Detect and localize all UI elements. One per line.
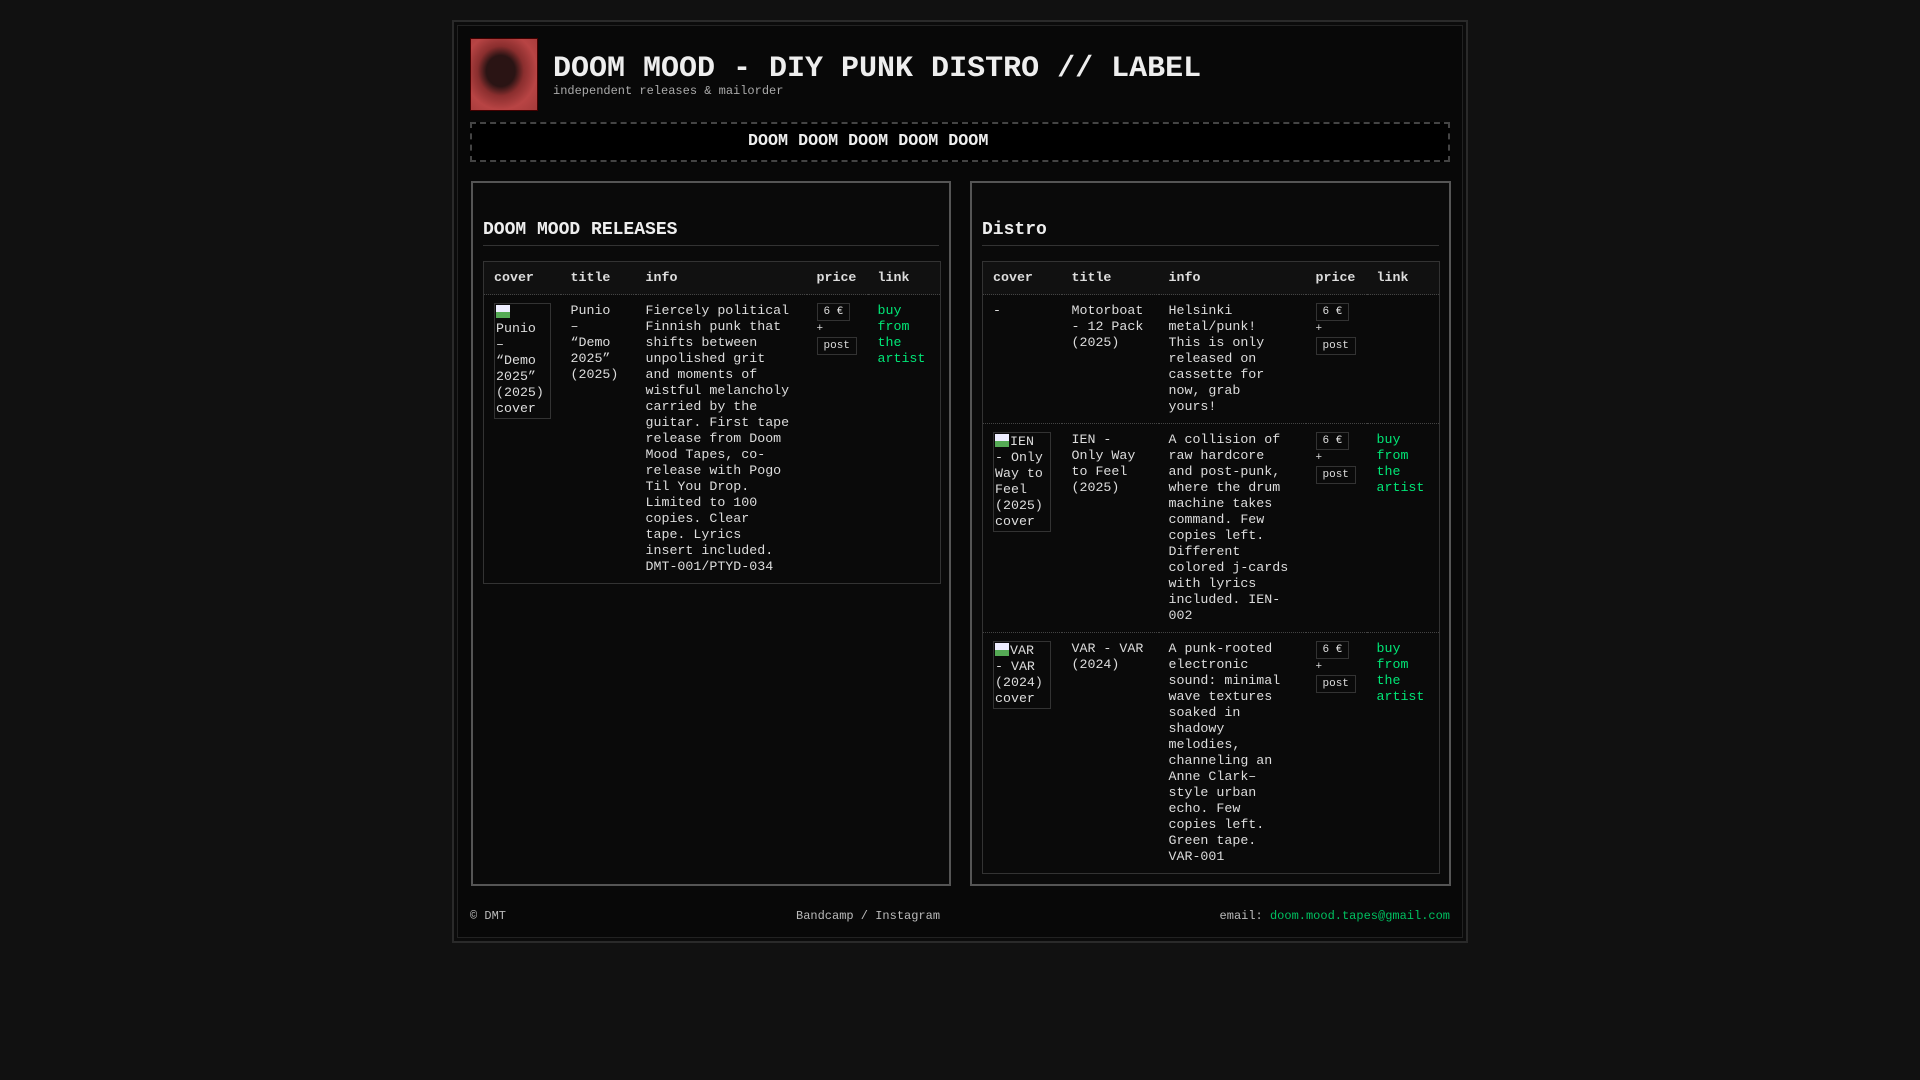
release-info: Helsinki metal/punk! This is only releas…: [1158, 294, 1306, 424]
price-amount: 6 €: [816, 303, 851, 321]
col-title: title: [1061, 261, 1159, 295]
logo-image: [470, 38, 538, 111]
release-info: A punk-rooted electronic sound: minimal …: [1168, 641, 1281, 864]
col-info: info: [635, 261, 807, 295]
release-title: Punio – “Demo 2025” (2025): [570, 303, 619, 382]
releases-table: cover title info price link Punio – “Dem…: [483, 261, 941, 584]
col-link: link: [867, 261, 941, 295]
broken-image-icon: [995, 643, 1009, 656]
price: 6 € + post: [1305, 423, 1367, 633]
copyright: © DMT: [470, 909, 507, 923]
price-plus: +: [1315, 661, 1323, 673]
price-post: post: [1315, 466, 1356, 484]
email-link[interactable]: doom.mood.tapes@gmail.com: [1270, 909, 1450, 923]
social-links[interactable]: Bandcamp / Instagram: [796, 909, 940, 923]
site-subtitle: independent releases & mailorder: [553, 84, 784, 98]
link-cell: [1366, 294, 1440, 424]
col-title: title: [560, 261, 636, 295]
price-amount: 6 €: [1315, 432, 1350, 450]
col-cover: cover: [483, 261, 561, 295]
marquee-banner: DOOM DOOM DOOM DOOM DOOM: [470, 122, 1450, 162]
table-header-row: cover title info price link: [982, 261, 1440, 295]
cover-image: IEN - Only Way to Feel (2025) cover: [993, 432, 1051, 532]
table-row: Punio – “Demo 2025” (2025) cover Punio –…: [484, 295, 941, 584]
col-info: info: [1158, 261, 1306, 295]
price-amount: 6 €: [1315, 303, 1350, 321]
col-price: price: [806, 261, 868, 295]
broken-image-icon: [496, 305, 510, 318]
price-plus: +: [1315, 452, 1323, 464]
price: 6 € + post: [1306, 633, 1367, 874]
price: 6 € + post: [807, 295, 868, 584]
table-header-row: cover title info price link: [483, 261, 941, 295]
col-cover: cover: [982, 261, 1062, 295]
distro-panel: Distro cover title info price link - Mot…: [970, 181, 1451, 886]
price: 6 € + post: [1305, 294, 1367, 424]
cover-image: Punio – “Demo 2025” (2025) cover: [494, 303, 551, 419]
price-post: post: [816, 337, 857, 355]
releases-heading: DOOM MOOD RELEASES: [483, 220, 678, 240]
email-label: email:: [1219, 909, 1263, 923]
table-row: IEN - Only Way to Feel (2025) cover IEN …: [982, 423, 1440, 633]
release-info: A collision of raw hardcore and post-pun…: [1158, 423, 1306, 633]
release-title: VAR - VAR (2024): [1071, 641, 1144, 672]
col-price: price: [1305, 261, 1367, 295]
cover-alt-text: Punio – “Demo 2025” (2025) cover: [496, 321, 544, 416]
distro-heading: Distro: [982, 220, 1047, 240]
broken-image-icon: [995, 434, 1009, 447]
release-title: Motorboat - 12 Pack (2025): [1061, 294, 1159, 424]
footer-email: email: doom.mood.tapes@gmail.com: [1220, 909, 1450, 923]
cover-alt-text: IEN - Only Way to Feel (2025) cover: [995, 434, 1043, 529]
release-title: IEN - Only Way to Feel (2025): [1061, 423, 1159, 633]
price-post: post: [1315, 337, 1356, 355]
release-info: Fiercely political Finnish punk that shi…: [645, 303, 790, 574]
table-row: VAR - VAR (2024) cover VAR - VAR (2024) …: [983, 633, 1440, 874]
divider: [483, 245, 939, 246]
cover-placeholder: -: [982, 294, 1062, 424]
price-post: post: [1315, 675, 1356, 693]
buy-link[interactable]: buy from the artist: [878, 303, 926, 366]
divider: [982, 245, 1439, 246]
releases-panel: DOOM MOOD RELEASES cover title info pric…: [471, 181, 951, 886]
cover-image: VAR - VAR (2024) cover: [993, 641, 1051, 709]
distro-table: cover title info price link - Motorboat …: [982, 261, 1440, 874]
table-row: - Motorboat - 12 Pack (2025) Helsinki me…: [982, 294, 1440, 424]
marquee-text: DOOM DOOM DOOM DOOM DOOM: [748, 132, 989, 151]
price-plus: +: [1315, 323, 1323, 335]
buy-link[interactable]: buy from the artist: [1377, 641, 1425, 704]
price-amount: 6 €: [1315, 641, 1350, 659]
price-plus: +: [816, 323, 824, 335]
site-title: DOOM MOOD - DIY PUNK DISTRO // LABEL: [553, 52, 1202, 86]
buy-link[interactable]: buy from the artist: [1377, 432, 1425, 495]
col-link: link: [1366, 261, 1440, 295]
